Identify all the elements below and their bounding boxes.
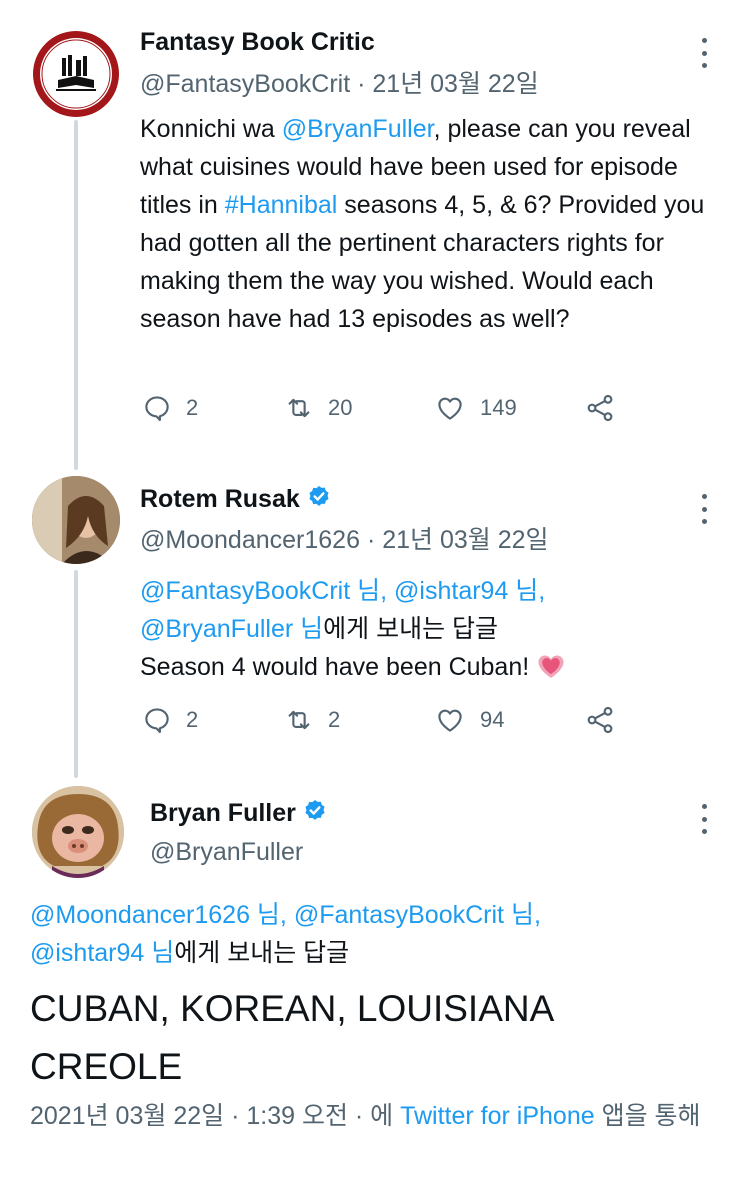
replying-to: @FantasyBookCrit 님, @ishtar94 님, @BryanF… (140, 572, 720, 648)
author-name[interactable]: Bryan Fuller (150, 799, 296, 827)
separator: , (533, 901, 541, 929)
mention-link[interactable]: @FantasyBookCrit 님 (294, 901, 534, 929)
tweet-text: CUBAN, KOREAN, LOUISIANA CREOLE (30, 988, 553, 1087)
author-handle[interactable]: @BryanFuller (150, 838, 303, 867)
reply-icon (145, 396, 169, 422)
mention-link[interactable]: @BryanFuller 님 (140, 615, 323, 643)
avatar-fantasy-book-critic[interactable] (32, 30, 120, 118)
retweet-icon (288, 398, 310, 418)
thread-connector-line (74, 570, 78, 778)
replying-to-suffix: 에게 보내는 답글 (323, 615, 499, 643)
reply-icon (145, 708, 169, 734)
tweet-date[interactable]: · 21년 03월 22일 (367, 526, 549, 554)
tweet-timestamp[interactable]: 2021년 03월 22일 · 1:39 오전 · 에 (30, 1102, 400, 1130)
profile-photo (32, 476, 120, 564)
like-count: 94 (480, 707, 505, 732)
tweet-timestamp-row: 2021년 03월 22일 · 1:39 오전 · 에 Twitter for … (30, 1094, 720, 1138)
more-icon[interactable] (700, 38, 708, 68)
heart-icon (438, 709, 462, 732)
replying-to: @Moondancer1626 님, @FantasyBookCrit 님, @… (30, 896, 720, 972)
author-handle[interactable]: @Moondancer1626 (140, 526, 360, 554)
reply-count: 2 (186, 395, 199, 420)
sparkling-heart-emoji-icon (538, 655, 564, 678)
tweet-text: Season 4 would have been Cuban! (140, 648, 720, 686)
profile-photo (32, 786, 124, 878)
more-icon[interactable] (700, 804, 708, 834)
retweet-button[interactable]: 2 (284, 705, 434, 735)
replying-to-suffix: 에게 보내는 답글 (174, 939, 350, 967)
separator: , (538, 577, 546, 605)
share-icon (587, 394, 613, 422)
author-handle[interactable]: @FantasyBookCrit (140, 70, 350, 98)
retweet-count: 2 (328, 707, 341, 732)
avatar-bryan-fuller[interactable] (32, 786, 124, 878)
tweet-text: Konnichi wa @BryanFuller, please can you… (140, 110, 720, 338)
share-button[interactable] (584, 392, 616, 424)
avatar-rotem-rusak[interactable] (32, 476, 120, 564)
reply-count: 2 (186, 707, 199, 732)
tweet-date[interactable]: · 21년 03월 22일 (357, 70, 539, 98)
author-name[interactable]: Rotem Rusak (140, 485, 300, 513)
more-icon[interactable] (700, 494, 708, 524)
reply-button[interactable]: 2 (142, 705, 284, 735)
hashtag-link[interactable]: #Hannibal (225, 191, 338, 219)
mention-link[interactable]: @ishtar94 님 (394, 577, 538, 605)
share-icon (587, 706, 613, 734)
retweet-icon (288, 710, 310, 730)
like-count: 149 (480, 395, 517, 420)
retweet-button[interactable]: 20 (284, 393, 434, 423)
separator: , (279, 901, 294, 929)
tweet-meta: @FantasyBookCrit · 21년 03월 22일 (140, 64, 539, 100)
verified-badge-icon (309, 485, 329, 506)
book-logo-icon (33, 31, 119, 117)
mention-link[interactable]: @FantasyBookCrit 님 (140, 577, 380, 605)
separator: , (380, 577, 395, 605)
author-name-row: Bryan Fuller (150, 798, 328, 828)
tweet-meta: @Moondancer1626 · 21년 03월 22일 (140, 520, 549, 556)
reply-button[interactable]: 2 (142, 393, 284, 423)
tweet-actions: 2 2 94 (142, 704, 616, 736)
share-button[interactable] (584, 704, 616, 736)
like-button[interactable]: 149 (434, 393, 584, 423)
tweet-source-suffix: 앱을 통해 (594, 1102, 701, 1130)
mention-link[interactable]: @BryanFuller (282, 115, 434, 143)
retweet-count: 20 (328, 395, 353, 420)
heart-icon (438, 397, 462, 420)
verified-badge-icon (305, 799, 325, 820)
author-name[interactable]: Fantasy Book Critic (140, 28, 375, 57)
text-segment: Season 4 would have been Cuban! (140, 653, 537, 681)
like-button[interactable]: 94 (434, 705, 584, 735)
author-name-row: Rotem Rusak (140, 484, 332, 514)
tweet-actions: 2 20 149 (142, 392, 616, 424)
text-segment: Konnichi wa (140, 115, 282, 143)
tweet-source-link[interactable]: Twitter for iPhone (400, 1102, 595, 1130)
mention-link[interactable]: @Moondancer1626 님 (30, 901, 280, 929)
thread-connector-line (74, 120, 78, 470)
mention-link[interactable]: @ishtar94 님 (30, 939, 174, 967)
